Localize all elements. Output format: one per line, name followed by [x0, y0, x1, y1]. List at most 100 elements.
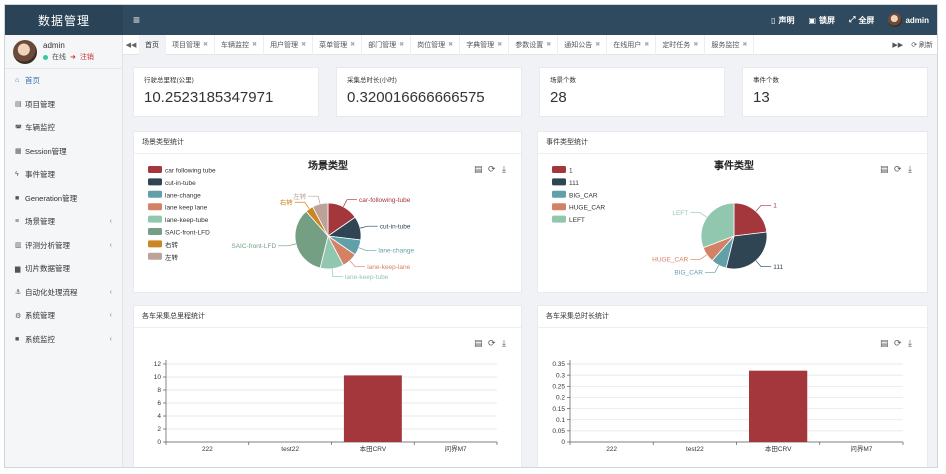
logout-icon[interactable]: ➜ [70, 53, 76, 61]
stat-label: 行驶总里程(公里) [144, 77, 194, 84]
tab-7[interactable]: 字典管理 ✖ [460, 34, 510, 55]
legend-swatch[interactable] [552, 166, 566, 173]
sidebar-item-label: Generation管理 [25, 193, 78, 203]
legend-swatch[interactable] [148, 166, 162, 173]
tab-11[interactable]: 定时任务 ✖ [656, 34, 706, 55]
legend-label: cut-in-tube [165, 180, 196, 187]
sidebar-item-3[interactable]: ▦ Session管理 [5, 140, 122, 164]
pie-slice[interactable] [733, 202, 768, 237]
sidebar-item-11[interactable]: ■ 系统监控 ‹ [5, 328, 122, 352]
tab-9[interactable]: 通知公告 ✖ [558, 34, 608, 55]
pie-label: LEFT [672, 210, 688, 217]
bar-chart-icon: ▆ [15, 265, 21, 273]
close-icon[interactable]: ✖ [203, 41, 208, 48]
legend-swatch[interactable] [552, 215, 566, 223]
close-icon[interactable]: ✖ [252, 41, 257, 48]
tab-3[interactable]: 用户管理 ✖ [264, 34, 314, 55]
close-icon[interactable]: ✖ [301, 41, 306, 48]
tabs-scroll-left-icon[interactable]: ◀◀ [123, 41, 139, 49]
tab-8[interactable]: 参数设置 ✖ [509, 34, 559, 55]
tab-2[interactable]: 车辆监控 ✖ [215, 34, 265, 55]
y-tick-label: 0.1 [556, 417, 565, 424]
legend-swatch[interactable] [148, 215, 162, 223]
tab-1[interactable]: 项目管理 ✖ [166, 34, 216, 55]
save-image-icon[interactable]: ⤓ [502, 338, 506, 348]
gear-icon: ⚙ [15, 312, 22, 320]
legend-swatch[interactable] [148, 190, 162, 198]
close-icon[interactable]: ✖ [595, 41, 600, 48]
legend-swatch[interactable] [552, 178, 566, 186]
y-tick-label: 6 [157, 400, 161, 407]
close-icon[interactable]: ✖ [497, 41, 502, 48]
tab-4[interactable]: 菜单管理 ✖ [313, 34, 363, 55]
pie-label-line [294, 201, 310, 210]
restore-icon[interactable]: ⟳ [488, 164, 496, 174]
close-icon[interactable]: ✖ [350, 41, 355, 48]
sidebar-item-0[interactable]: ⌂ 首页 [5, 69, 122, 93]
sidebar-item-8[interactable]: ▆ 切片数据管理 [5, 257, 122, 281]
sidebar-item-label: 切片数据管理 [25, 264, 70, 274]
restore-icon[interactable]: ⟳ [894, 164, 902, 174]
stat-value: 0.320016666666575 [347, 89, 485, 106]
avatar [888, 13, 903, 27]
sidebar-item-6[interactable]: ≡ 场景管理 ‹ [5, 210, 122, 234]
legend-swatch[interactable] [148, 203, 162, 211]
y-tick-label: 8 [157, 387, 161, 394]
data-view-icon[interactable]: ▤ [474, 338, 483, 348]
close-icon[interactable]: ✖ [693, 41, 698, 48]
panel-title: 各车采集总里程统计 [134, 306, 521, 328]
pie-title: 场景类型 [308, 159, 348, 172]
bar[interactable] [748, 370, 808, 442]
sidebar-item-5[interactable]: ■ Generation管理 [5, 187, 122, 211]
restore-icon[interactable]: ⟳ [894, 338, 902, 348]
sidebar-item-7[interactable]: ▥ 评测分析管理 ‹ [5, 234, 122, 258]
sidebar-item-2[interactable]: ◚ 车辆监控 [5, 116, 122, 140]
tab-6[interactable]: 岗位管理 ✖ [411, 34, 461, 55]
close-icon[interactable]: ✖ [644, 41, 649, 48]
sidebar-item-9[interactable]: ⚓ 自动化处理流程 ‹ [5, 281, 122, 305]
lock-screen-button[interactable]: ▣ 锁屏 [808, 15, 835, 26]
legend-swatch[interactable] [552, 190, 566, 198]
user-panel: admin 在线 ➜ 注销 [5, 35, 122, 69]
pie-label-line [331, 268, 343, 278]
sidebar-item-4[interactable]: ϟ 事件管理 [5, 163, 122, 187]
fullscreen-button[interactable]: ⤢ 全屏 [849, 15, 874, 26]
logout-link[interactable]: 注销 [80, 52, 94, 62]
legend-swatch[interactable] [148, 240, 162, 248]
close-icon[interactable]: ✖ [399, 41, 404, 48]
tab-12[interactable]: 服务监控 ✖ [705, 34, 755, 55]
tab-0[interactable]: 首页 [139, 34, 166, 55]
stat-label: 事件个数 [753, 77, 779, 84]
sidebar-item-10[interactable]: ⚙ 系统管理 ‹ [5, 304, 122, 328]
sidebar-item-1[interactable]: ▤ 项目管理 [5, 93, 122, 117]
save-image-icon[interactable]: ⤓ [502, 164, 506, 174]
home-icon: ⌂ [15, 77, 20, 85]
legend-swatch[interactable] [148, 178, 162, 186]
legend-label: lane-keep-tube [165, 217, 209, 224]
restore-icon[interactable]: ⟳ [488, 338, 496, 348]
mileage-bar-chart: ▤ ⟳ ⤓ 0 2 4 6 8 10 12 222 test22 本田CRV 问界M7 [154, 338, 506, 453]
menu-icon[interactable]: ≡ [133, 13, 140, 27]
close-icon[interactable]: ✖ [448, 41, 453, 48]
bar[interactable] [343, 375, 402, 442]
legend-swatch[interactable] [148, 228, 162, 235]
legend-swatch[interactable] [148, 252, 162, 260]
tabs-scroll-right-icon[interactable]: ▶▶ [892, 41, 903, 49]
x-tick-label: 本田CRV [360, 444, 387, 453]
mileage-panel: 各车采集总里程统计 ▤ ⟳ ⤓ 0 2 4 6 8 10 12 222 test22 本田CRV 问界M7 [133, 305, 522, 467]
close-icon[interactable]: ✖ [742, 41, 747, 48]
data-view-icon[interactable]: ▤ [474, 164, 483, 174]
refresh-button[interactable]: ⟳ 刷新 [911, 40, 933, 50]
save-image-icon[interactable]: ⤓ [908, 338, 912, 348]
legend-swatch[interactable] [552, 203, 566, 211]
tab-label: 在线用户 [613, 41, 642, 49]
chevron-left-icon: ‹ [109, 241, 112, 249]
statement-button[interactable]: ▯ 声明 [771, 15, 794, 26]
tab-5[interactable]: 部门管理 ✖ [362, 34, 412, 55]
user-menu[interactable]: admin [888, 13, 929, 27]
data-view-icon[interactable]: ▤ [880, 164, 889, 174]
data-view-icon[interactable]: ▤ [880, 338, 889, 348]
tab-10[interactable]: 在线用户 ✖ [607, 34, 657, 55]
close-icon[interactable]: ✖ [546, 41, 551, 48]
save-image-icon[interactable]: ⤓ [908, 164, 912, 174]
